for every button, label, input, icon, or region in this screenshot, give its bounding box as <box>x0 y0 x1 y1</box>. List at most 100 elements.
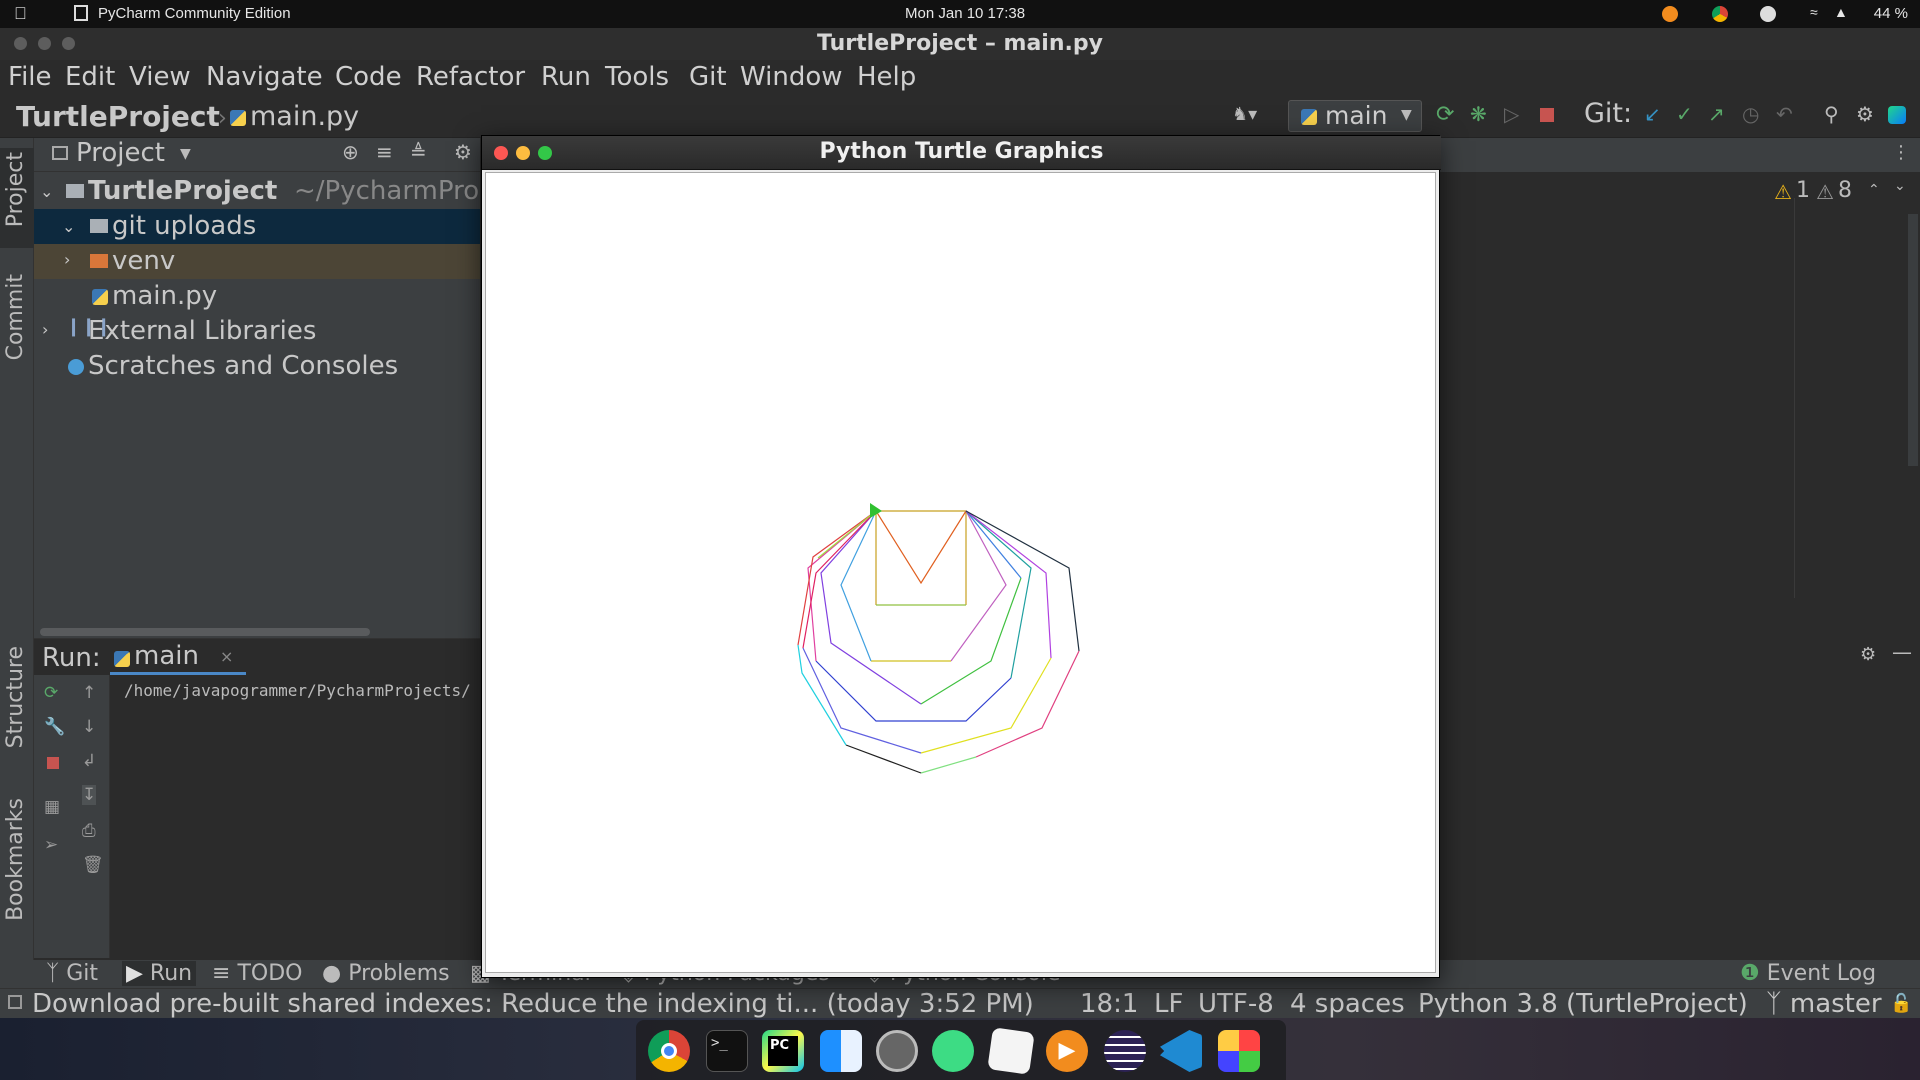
trash-icon[interactable]: 🗑 <box>82 855 104 875</box>
hide-panel-icon[interactable]: — <box>1892 640 1912 664</box>
editor-area[interactable]: ⋮ ⚠ 1 ⚠ 8 ⌃ ⌄ <box>1440 138 1920 598</box>
tab-commit[interactable]: Commit <box>3 274 28 360</box>
tree-item-git-uploads[interactable]: ⌄ git uploads <box>34 209 480 244</box>
tree-item-scratches[interactable]: Scratches and Consoles <box>34 349 480 384</box>
status-panel-icon[interactable] <box>8 995 22 1009</box>
menu-refactor[interactable]: Refactor <box>416 62 525 92</box>
search-icon[interactable]: ⚲ <box>1824 102 1839 126</box>
chevron-up-icon[interactable]: ⌃ <box>1868 182 1880 198</box>
coverage-icon[interactable]: ▷ <box>1504 102 1519 126</box>
menu-git[interactable]: Git <box>689 62 727 92</box>
project-view-title[interactable]: Project <box>76 138 165 168</box>
chevron-down-icon[interactable]: ⌄ <box>62 217 75 236</box>
launchpad-icon[interactable] <box>1218 1030 1260 1072</box>
code-with-me-icon[interactable] <box>1888 106 1906 124</box>
run-tab-main[interactable]: main × <box>110 641 246 675</box>
weak-warning-icon[interactable]: ⚠ <box>1816 180 1834 204</box>
event-log-button[interactable]: ❶ Event Log <box>1740 961 1876 986</box>
collapse-all-icon[interactable]: ≜ <box>410 140 427 164</box>
lock-icon[interactable]: 🔓 <box>1890 993 1912 1014</box>
chrome-tray-icon[interactable] <box>1712 6 1728 22</box>
terminal-icon[interactable]: >_ <box>706 1030 748 1072</box>
git-commit-icon[interactable]: ✓ <box>1676 102 1693 126</box>
finder-icon[interactable] <box>820 1030 862 1072</box>
horizontal-scrollbar[interactable] <box>40 628 370 636</box>
user-icon[interactable]: ♞▾ <box>1232 104 1257 125</box>
chrome-icon[interactable] <box>648 1030 690 1072</box>
accessibility-icon[interactable] <box>1760 6 1776 22</box>
breadcrumb-file[interactable]: main.py <box>250 101 359 132</box>
notes-icon[interactable] <box>987 1027 1035 1075</box>
warning-count[interactable]: 1 <box>1796 178 1810 203</box>
up-icon[interactable]: ↑ <box>82 683 96 703</box>
menu-file[interactable]: File <box>8 62 52 92</box>
menu-view[interactable]: View <box>129 62 191 92</box>
settings-icon[interactable] <box>876 1030 918 1072</box>
git-push-icon[interactable]: ↗ <box>1708 102 1725 126</box>
tree-item-turtleproject[interactable]: ⌄ TurtleProject ~/PycharmPro <box>34 174 480 209</box>
menu-help[interactable]: Help <box>857 62 916 92</box>
rerun-icon[interactable]: ⟳ <box>44 683 58 703</box>
tab-project[interactable]: Project <box>3 152 28 227</box>
run-config-selector[interactable]: main ▼ <box>1288 100 1422 132</box>
tool-tab-run[interactable]: ▶ Run <box>122 961 197 986</box>
chevron-down-icon[interactable]: ⌄ <box>1894 178 1906 194</box>
pin-icon[interactable]: ➢ <box>44 835 58 855</box>
menu-code[interactable]: Code <box>335 62 402 92</box>
git-update-icon[interactable]: ↙ <box>1644 102 1661 126</box>
menu-navigate[interactable]: Navigate <box>206 62 323 92</box>
tab-bookmarks[interactable]: Bookmarks <box>3 798 28 921</box>
turtle-graphics-window[interactable]: Python Turtle Graphics <box>481 135 1441 978</box>
eclipse-icon[interactable] <box>1104 1030 1146 1072</box>
file-encoding[interactable]: UTF-8 <box>1198 989 1274 1019</box>
stop-icon[interactable] <box>1540 108 1554 122</box>
tool-tab-git[interactable]: ᛉ Git <box>46 961 98 986</box>
rerun-icon[interactable]: ⟳ <box>1436 102 1454 127</box>
indent-setting[interactable]: 4 spaces <box>1290 989 1405 1019</box>
layout-icon[interactable]: ▦ <box>44 797 60 817</box>
gear-icon[interactable]: ⚙ <box>454 140 472 164</box>
tree-item-venv[interactable]: › venv <box>34 244 480 279</box>
gear-icon[interactable]: ⚙ <box>1860 644 1876 665</box>
warning-icon[interactable]: ⚠ <box>1774 180 1792 204</box>
breadcrumb-project[interactable]: TurtleProject <box>16 100 220 133</box>
pycharm-icon[interactable]: PC <box>762 1030 804 1072</box>
tab-structure[interactable]: Structure <box>3 646 28 748</box>
git-history-icon[interactable]: ◷ <box>1742 102 1759 126</box>
editor-scrollbar[interactable] <box>1908 214 1918 466</box>
scroll-to-end-icon[interactable]: ↧ <box>82 785 97 805</box>
apple-icon[interactable]:  <box>14 4 27 24</box>
battery-status[interactable]: 44 % <box>1874 5 1908 22</box>
locate-icon[interactable]: ⊕ <box>342 140 359 164</box>
chevron-right-icon[interactable]: › <box>42 320 48 339</box>
vlc-icon[interactable]: ▶ <box>1046 1030 1088 1072</box>
menu-run[interactable]: Run <box>541 62 591 92</box>
menu-edit[interactable]: Edit <box>65 62 115 92</box>
status-message[interactable]: Download pre-built shared indexes: Reduc… <box>32 989 1034 1019</box>
caret-position[interactable]: 18:1 <box>1080 989 1138 1019</box>
tool-tab-todo[interactable]: ≡ TODO <box>212 961 302 986</box>
close-icon[interactable]: × <box>220 647 233 666</box>
wrench-icon[interactable]: 🔧 <box>44 717 65 737</box>
tree-item-main-py[interactable]: main.py <box>34 279 480 314</box>
menu-tools[interactable]: Tools <box>605 62 669 92</box>
android-studio-icon[interactable] <box>932 1030 974 1072</box>
python-interpreter[interactable]: Python 3.8 (TurtleProject) <box>1418 989 1748 1019</box>
chevron-right-icon[interactable]: › <box>64 250 70 269</box>
git-branch[interactable]: ᛉ master <box>1766 989 1882 1019</box>
chevron-down-icon[interactable]: ⌄ <box>40 182 53 201</box>
line-separator[interactable]: LF <box>1154 989 1183 1019</box>
vlc-tray-icon[interactable] <box>1662 6 1678 22</box>
turtle-window-titlebar[interactable]: Python Turtle Graphics <box>482 136 1441 170</box>
menu-window[interactable]: Window <box>740 62 843 92</box>
wifi-icon[interactable]: ≈ <box>1810 4 1818 20</box>
vscode-icon[interactable] <box>1160 1030 1202 1072</box>
down-icon[interactable]: ↓ <box>82 717 96 737</box>
stop-icon[interactable] <box>47 757 59 769</box>
active-app-name[interactable]: PyCharm Community Edition <box>98 5 291 22</box>
git-rollback-icon[interactable]: ↶ <box>1776 102 1793 126</box>
tree-item-external-libraries[interactable]: › ❙❙❙ External Libraries <box>34 314 480 349</box>
debug-icon[interactable]: ❋ <box>1470 102 1487 126</box>
tool-tab-problems[interactable]: ● Problems <box>322 961 450 986</box>
expand-all-icon[interactable]: ≡ <box>376 140 393 164</box>
